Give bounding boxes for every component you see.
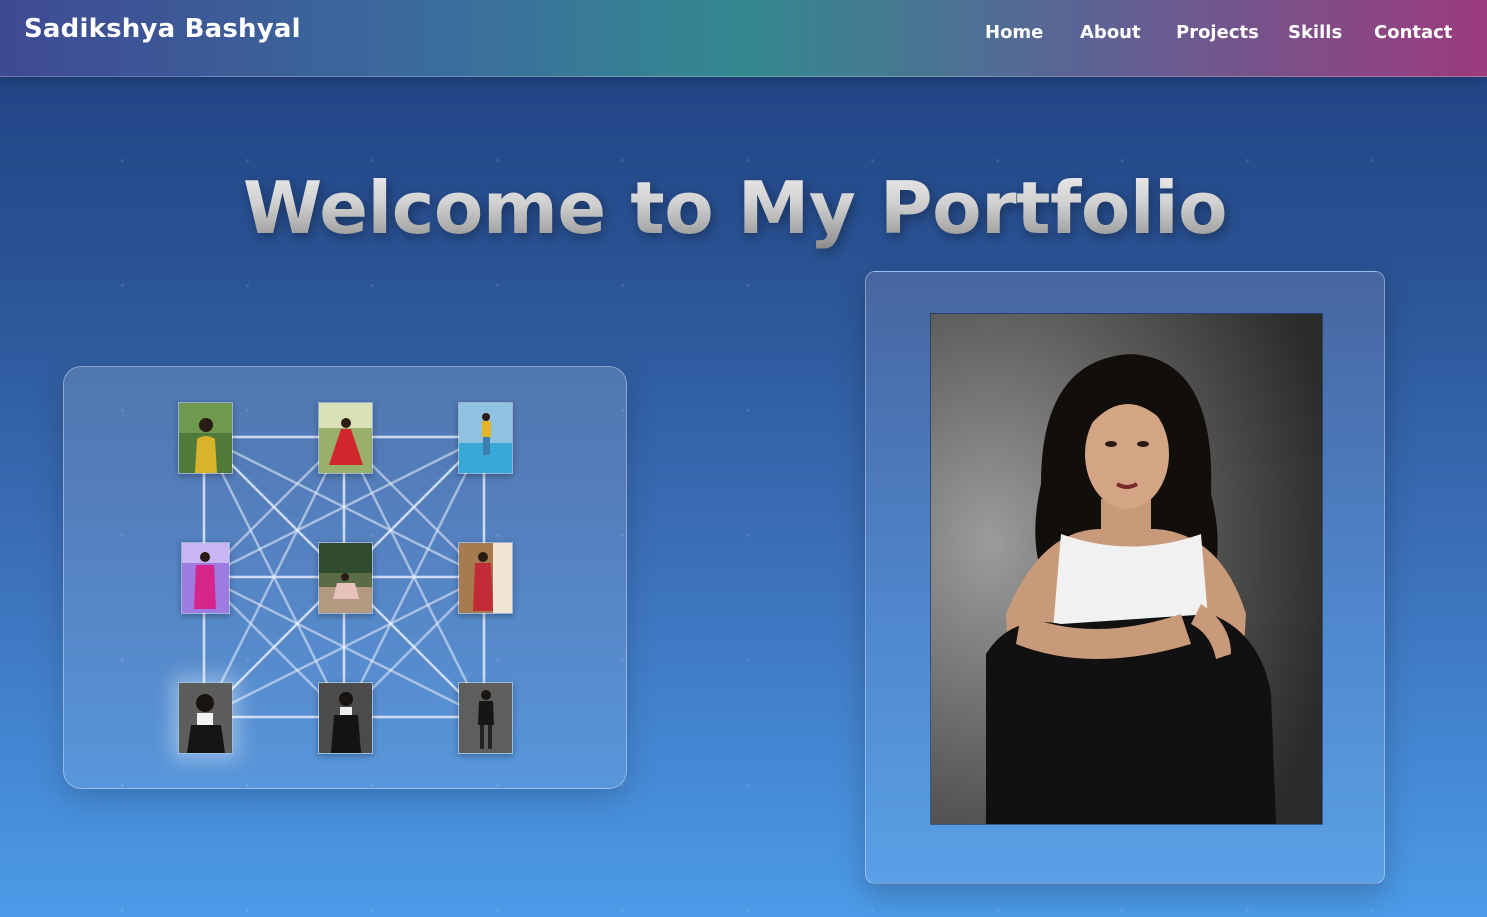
photo-red-saree [459,543,512,613]
gallery-thumb[interactable] [458,682,513,754]
photo-seated-outdoors [319,543,372,613]
gallery-thumb[interactable] [178,402,233,474]
photo-poolside [459,403,512,473]
nav-projects-link[interactable]: Projects [1176,22,1259,43]
nav-skills-link[interactable]: Skills [1288,22,1342,43]
portrait-image [931,314,1322,824]
gallery-thumb[interactable] [318,402,373,474]
gallery-thumb[interactable] [458,402,513,474]
photo-red-dress [319,403,372,473]
photo-full-length [459,683,512,753]
photo-black-blazer [319,683,372,753]
nav-about-link[interactable]: About [1080,22,1141,43]
photo-pink-suit [182,543,229,613]
gallery-thumb[interactable] [318,682,373,754]
portrait-photo [930,313,1323,825]
photo-network-gallery [63,366,627,789]
gallery-thumb[interactable] [458,542,513,614]
portrait-card [865,271,1385,884]
gallery-thumb-active[interactable] [178,682,233,754]
gallery-thumb[interactable] [181,542,230,614]
navbar: Sadikshya Bashyal Home About Projects Sk… [0,0,1487,77]
nav-contact-link[interactable]: Contact [1374,22,1452,43]
photo-white-top-blazer [179,683,232,753]
photo-yellow-top [179,403,232,473]
gallery-thumb[interactable] [318,542,373,614]
hero-title: Welcome to My Portfolio [0,166,1470,250]
brand-name[interactable]: Sadikshya Bashyal [24,14,301,44]
nav-home-link[interactable]: Home [985,22,1043,43]
